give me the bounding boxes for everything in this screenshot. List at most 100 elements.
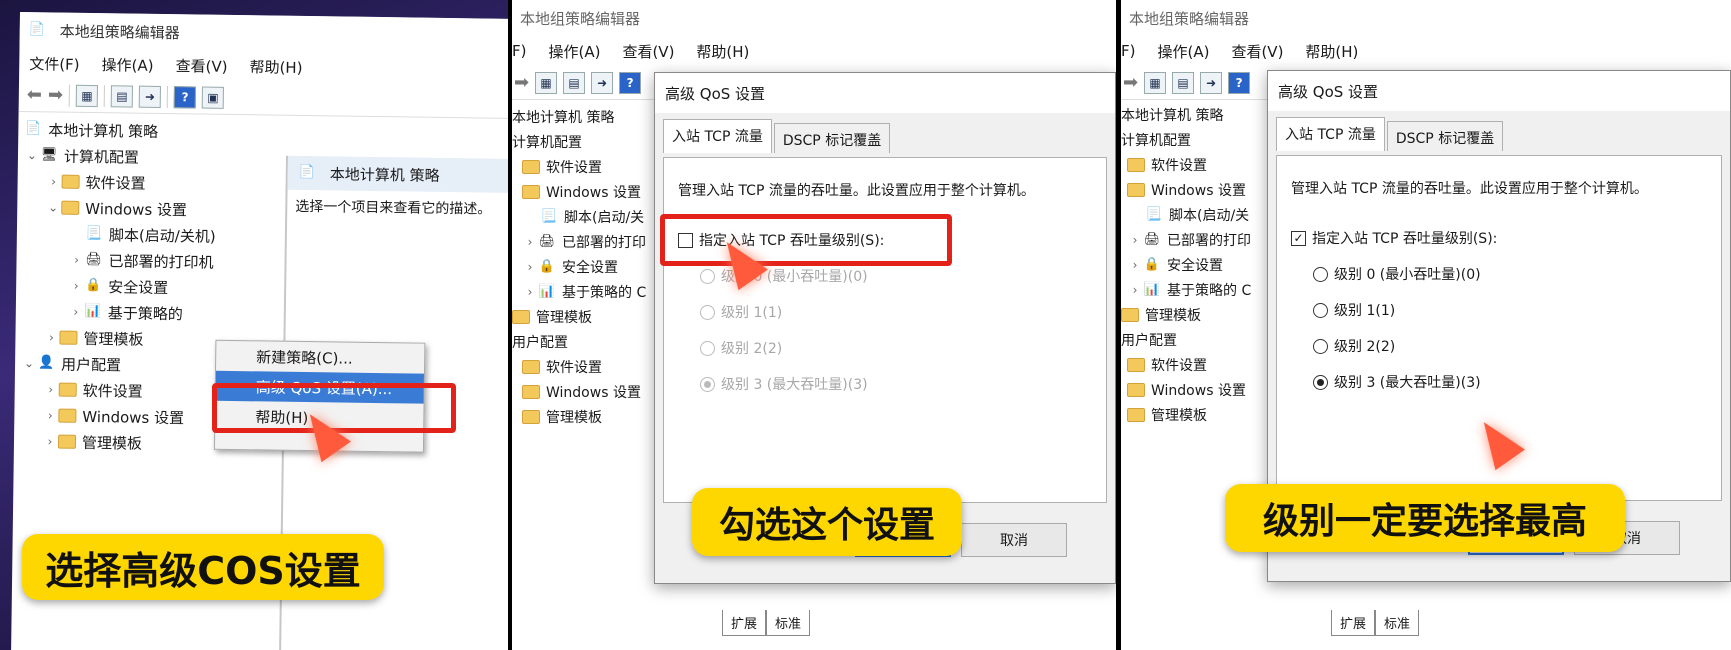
dialog-title: 高级 QoS 设置: [655, 73, 1115, 113]
tab-standard[interactable]: 标准: [1375, 610, 1420, 636]
tree-item-printers[interactable]: › 🖨 已部署的打印机: [22, 246, 272, 275]
radio-button[interactable]: [1313, 302, 1328, 318]
chevron-right-icon[interactable]: ›: [1127, 233, 1143, 247]
radio-button[interactable]: [1313, 266, 1328, 282]
menu-bar: F) 操作(A) 查看(V) 帮助(H): [512, 36, 1116, 66]
back-arrow-icon[interactable]: ⬅: [27, 84, 42, 105]
tab-standard[interactable]: 标准: [766, 610, 811, 636]
tab-extended[interactable]: 扩展: [1331, 610, 1376, 636]
radio-level-3[interactable]: 级别 3 (最大吞吐量)(3): [1313, 372, 1481, 392]
chevron-right-icon[interactable]: ›: [42, 408, 58, 422]
export-list-icon[interactable]: ➜: [138, 85, 162, 108]
menu-action[interactable]: 操作(A): [101, 54, 153, 76]
radio-button[interactable]: [700, 376, 715, 392]
radio-button-selected[interactable]: [1313, 374, 1328, 390]
menu-view[interactable]: 查看(V): [175, 55, 227, 77]
tree-item-security[interactable]: › 🔒 安全设置: [1121, 252, 1271, 277]
tree-item-user-admin[interactable]: 管理模板: [1121, 402, 1271, 427]
tab-dscp[interactable]: DSCP 标记覆盖: [1386, 121, 1504, 151]
tree-item-scripts[interactable]: 📃 脚本(启动/关: [1121, 202, 1271, 227]
tree-item-software[interactable]: 软件设置: [1121, 152, 1271, 177]
radio-level-2[interactable]: 级别 2(2): [700, 338, 782, 358]
forward-arrow-icon[interactable]: ➡: [48, 84, 63, 105]
menu-item-new-policy[interactable]: 新建策略(C)...: [216, 341, 424, 374]
chevron-right-icon[interactable]: ›: [42, 434, 58, 448]
tree-item-computer-config[interactable]: 计算机配置: [1121, 127, 1271, 152]
chevron-right-icon[interactable]: ›: [522, 285, 538, 299]
tree-item-windows-settings[interactable]: ⌄ Windows 设置: [23, 194, 273, 223]
tree-item-security[interactable]: › 🔒 安全设置: [22, 272, 272, 301]
help-icon[interactable]: ?: [173, 85, 197, 108]
tree-item-scripts[interactable]: 📃 脚本(启动/关机): [23, 220, 273, 249]
chevron-down-icon[interactable]: ⌄: [45, 200, 61, 214]
tree-item-policy-qos[interactable]: › 📊 基于策略的 C: [1121, 277, 1271, 302]
radio-level-1[interactable]: 级别 1(1): [1313, 300, 1395, 320]
chevron-right-icon[interactable]: ›: [68, 279, 84, 293]
chevron-right-icon[interactable]: ›: [68, 253, 84, 267]
tree-item-windows-settings[interactable]: Windows 设置: [1121, 177, 1271, 202]
show-action-pane-icon[interactable]: ▣: [201, 86, 225, 109]
menu-help[interactable]: 帮助(H): [249, 56, 302, 78]
show-hide-tree-icon[interactable]: ▦: [535, 71, 558, 94]
tree-item-computer-config[interactable]: ⌄ 🖥 计算机配置: [24, 142, 274, 171]
chevron-down-icon[interactable]: ⌄: [24, 148, 40, 162]
help-icon[interactable]: ?: [1228, 71, 1251, 94]
tree-item-user-config[interactable]: 用户配置: [1121, 327, 1271, 352]
policy-tree: 本地计算机 策略 计算机配置 软件设置 Windows 设置 📃 脚本(启动/关 …: [1121, 102, 1271, 427]
menu-file[interactable]: 文件(F): [29, 53, 80, 75]
cancel-button[interactable]: 取消: [961, 523, 1067, 557]
tree-item-root[interactable]: 📄 本地计算机 策略: [24, 116, 274, 145]
menu-action[interactable]: 操作(A): [548, 41, 600, 62]
menu-help[interactable]: 帮助(H): [1305, 41, 1358, 62]
radio-button[interactable]: [700, 268, 715, 284]
chevron-right-icon[interactable]: ›: [46, 174, 62, 188]
properties-icon[interactable]: ▤: [110, 84, 134, 108]
menu-view[interactable]: 查看(V): [622, 41, 674, 62]
forward-arrow-icon[interactable]: ➡: [1123, 72, 1138, 93]
radio-level-0[interactable]: 级别 0 (最小吞吐量)(0): [1313, 264, 1481, 284]
chevron-down-icon[interactable]: ⌄: [21, 356, 37, 370]
forward-arrow-icon[interactable]: ➡: [514, 72, 529, 93]
export-list-icon[interactable]: ➜: [1200, 71, 1223, 94]
menu-file[interactable]: F): [1121, 42, 1135, 60]
export-list-icon[interactable]: ➜: [591, 71, 614, 94]
radio-level-2[interactable]: 级别 2(2): [1313, 336, 1395, 356]
help-icon[interactable]: ?: [619, 71, 642, 94]
tree-label: 管理模板: [81, 433, 143, 453]
tree-item-user-windows[interactable]: Windows 设置: [1121, 377, 1271, 402]
tree-item-user-software[interactable]: 软件设置: [1121, 352, 1271, 377]
tree-item-printers[interactable]: › 🖨 已部署的打印: [1121, 227, 1271, 252]
properties-icon[interactable]: ▤: [563, 71, 586, 94]
show-hide-tree-icon[interactable]: ▦: [1144, 71, 1167, 94]
tree-item-software[interactable]: › 软件设置: [23, 168, 273, 197]
chevron-right-icon[interactable]: ›: [43, 382, 59, 396]
throughput-checkbox-checked[interactable]: ✓: [1291, 230, 1306, 246]
menu-file[interactable]: F): [512, 42, 526, 60]
menu-help[interactable]: 帮助(H): [696, 41, 749, 62]
tree-item-admin-templates[interactable]: 管理模板: [1121, 302, 1271, 327]
show-hide-tree-icon[interactable]: ▦: [75, 84, 99, 107]
radio-button[interactable]: [1313, 338, 1328, 354]
chevron-right-icon[interactable]: ›: [68, 305, 84, 319]
chevron-right-icon[interactable]: ›: [522, 235, 538, 249]
tab-extended[interactable]: 扩展: [722, 610, 767, 636]
tree-label: Windows 设置: [1151, 182, 1246, 199]
chevron-right-icon[interactable]: ›: [1127, 283, 1143, 297]
chevron-right-icon[interactable]: ›: [43, 330, 59, 344]
properties-icon[interactable]: ▤: [1172, 71, 1195, 94]
radio-level-1[interactable]: 级别 1(1): [700, 302, 782, 322]
menu-view[interactable]: 查看(V): [1231, 41, 1283, 62]
tab-inbound-tcp[interactable]: 入站 TCP 流量: [1276, 117, 1385, 151]
throughput-checkbox-row[interactable]: ✓ 指定入站 TCP 吞吐量级别(S):: [1291, 228, 1497, 248]
tree-item-policy-qos[interactable]: › 📊 基于策略的: [22, 298, 272, 327]
radio-level-3[interactable]: 级别 3 (最大吞吐量)(3): [700, 374, 868, 394]
tree-label: 计算机配置: [512, 134, 582, 151]
menu-action[interactable]: 操作(A): [1157, 41, 1209, 62]
radio-button[interactable]: [700, 340, 715, 356]
tab-inbound-tcp[interactable]: 入站 TCP 流量: [663, 119, 772, 153]
radio-button[interactable]: [700, 304, 715, 320]
chevron-right-icon[interactable]: ›: [522, 260, 538, 274]
tree-item-root[interactable]: 本地计算机 策略: [1121, 102, 1271, 127]
chevron-right-icon[interactable]: ›: [1127, 258, 1143, 272]
tab-dscp[interactable]: DSCP 标记覆盖: [773, 123, 891, 153]
